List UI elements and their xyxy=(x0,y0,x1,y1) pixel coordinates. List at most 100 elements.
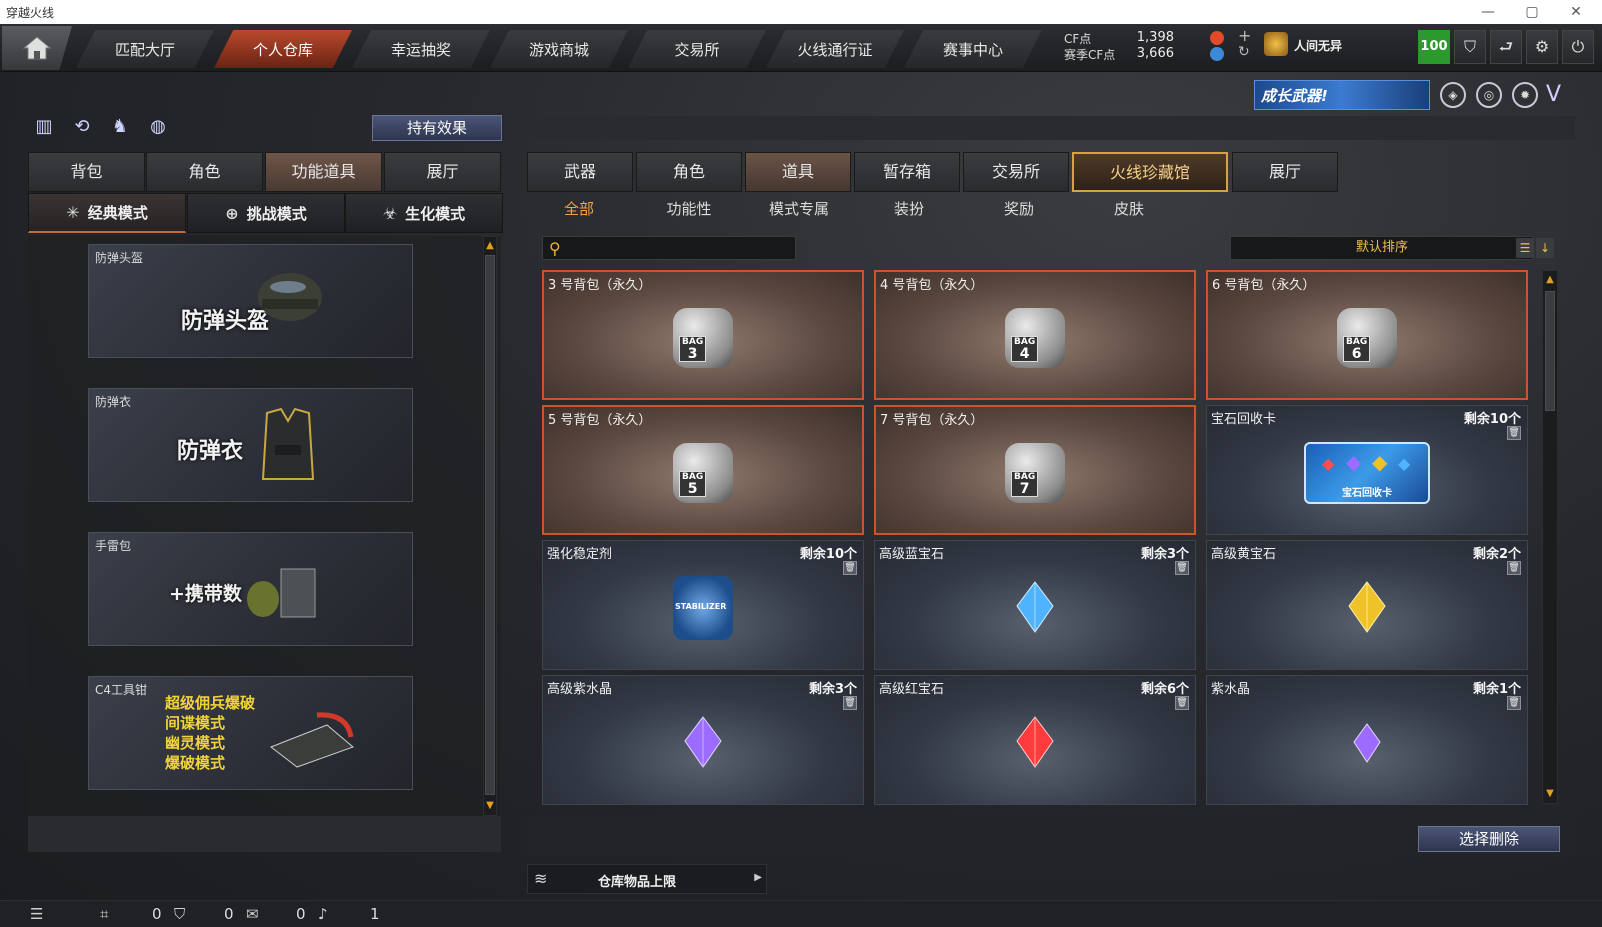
status-value: 0 xyxy=(224,905,234,923)
left-tab-character[interactable]: 角色 xyxy=(146,152,263,192)
item-card[interactable]: 强化稳定剂 剩余10个 🗑 STABILIZER xyxy=(542,540,864,670)
mode-line: 超级佣兵爆破 xyxy=(165,694,256,712)
chat-icon[interactable]: ✉ xyxy=(246,905,259,923)
nav-tab-battle-pass[interactable]: 火线通行证 xyxy=(766,30,904,68)
hold-effect-button[interactable]: 持有效果 xyxy=(372,115,502,141)
shield-icon[interactable]: ⛉ xyxy=(1454,30,1486,64)
refresh-icon[interactable]: ↻ xyxy=(1238,44,1250,60)
badge-icon-1[interactable]: ◈ xyxy=(1440,82,1466,108)
subtab-all[interactable]: 全部 xyxy=(534,198,624,220)
item-name: 紫水晶 xyxy=(1211,682,1251,697)
rotate-icon[interactable]: ⟲ xyxy=(70,116,94,140)
item-card-vest[interactable]: 防弹衣 防弹衣 xyxy=(88,388,413,502)
trash-icon[interactable]: 🗑 xyxy=(1175,561,1189,575)
trash-icon[interactable]: 🗑 xyxy=(843,696,857,710)
minimize-icon[interactable]: — xyxy=(1474,2,1502,22)
trash-icon[interactable]: 🗑 xyxy=(1175,696,1189,710)
right-tab-character[interactable]: 角色 xyxy=(636,152,742,192)
nav-tab-personal-storage[interactable]: 个人仓库 xyxy=(214,30,352,68)
right-tab-showroom[interactable]: 展厅 xyxy=(1232,152,1338,192)
item-card[interactable]: 3 号背包（永久） BAG 3 xyxy=(542,270,864,400)
status-value: 1 xyxy=(370,905,380,923)
item-card-grenade-pack[interactable]: 手雷包 +携带数 xyxy=(88,532,413,646)
item-title: 防弹衣 xyxy=(177,439,244,464)
yellow-gem-icon xyxy=(1348,580,1386,633)
nav-tab-match-lobby[interactable]: 匹配大厅 xyxy=(76,30,214,68)
shield-small-icon[interactable]: ⛉ xyxy=(174,905,185,923)
item-card[interactable]: 宝石回收卡 剩余10个 🗑 宝石回收卡 ◆ ◆ ◆ ◆ xyxy=(1206,405,1528,535)
item-card-c4-pliers[interactable]: C4工具钳 超级佣兵爆破 间谍模式 幽灵模式 爆破模式 xyxy=(88,676,413,790)
mode-tab-biochem[interactable]: ☣ 生化模式 xyxy=(345,193,503,233)
scroll-down-icon[interactable]: ▼ xyxy=(1543,787,1557,801)
close-icon[interactable]: ✕ xyxy=(1562,2,1590,22)
scroll-up-icon[interactable]: ▲ xyxy=(1543,273,1557,287)
trash-icon[interactable]: 🗑 xyxy=(1507,426,1521,440)
left-tab-function-items[interactable]: 功能道具 xyxy=(265,152,382,192)
grenade-icon[interactable]: ◍ xyxy=(146,116,170,140)
power-icon[interactable]: ⏻ xyxy=(1562,30,1594,64)
nav-tab-event-center[interactable]: 赛事中心 xyxy=(904,30,1042,68)
globe-icon[interactable]: ◎ xyxy=(1476,82,1502,108)
subtab-skin[interactable]: 皮肤 xyxy=(1084,198,1174,220)
right-tab-exchange[interactable]: 交易所 xyxy=(963,152,1069,192)
return-icon[interactable]: ⮐ xyxy=(1490,30,1522,64)
scroll-thumb[interactable] xyxy=(485,255,495,795)
storage-limit-button[interactable]: ≋ 仓库物品上限 ▶ xyxy=(527,864,767,894)
select-delete-button[interactable]: 选择删除 xyxy=(1418,826,1560,852)
right-tab-collection-hall[interactable]: 火线珍藏馆 xyxy=(1072,152,1228,192)
search-input[interactable] xyxy=(571,239,791,257)
subtab-mode-exclusive[interactable]: 模式专属 xyxy=(754,198,844,220)
nav-tab-exchange[interactable]: 交易所 xyxy=(628,30,766,68)
trash-icon[interactable]: 🗑 xyxy=(843,561,857,575)
item-card[interactable]: 紫水晶 剩余1个 🗑 xyxy=(1206,675,1528,805)
nav-tab-lucky-draw[interactable]: 幸运抽奖 xyxy=(352,30,490,68)
item-card[interactable]: 7 号背包（永久） BAG 7 xyxy=(874,405,1196,535)
item-card[interactable]: 6 号背包（永久） BAG 6 xyxy=(1206,270,1528,400)
home-button[interactable] xyxy=(2,26,72,70)
item-card-helmet[interactable]: 防弹头盔 防弹头盔 xyxy=(88,244,413,358)
list-view-icon[interactable]: ☰ xyxy=(1516,238,1534,258)
stats-icon[interactable]: ▥ xyxy=(32,116,56,140)
subtab-cosmetic[interactable]: 装扮 xyxy=(864,198,954,220)
item-count: 剩余3个 xyxy=(1140,547,1189,562)
item-card[interactable]: 高级紫水晶 剩余3个 🗑 xyxy=(542,675,864,805)
v-logo-icon[interactable]: V xyxy=(1546,82,1561,107)
bag-number: 6 xyxy=(1351,345,1362,362)
plus-icon[interactable]: + xyxy=(1238,26,1251,45)
item-card[interactable]: 5 号背包（永久） BAG 5 xyxy=(542,405,864,535)
left-tab-showroom[interactable]: 展厅 xyxy=(384,152,501,192)
right-tab-weapons[interactable]: 武器 xyxy=(527,152,633,192)
nav-tab-game-mall[interactable]: 游戏商城 xyxy=(490,30,628,68)
subtab-reward[interactable]: 奖励 xyxy=(974,198,1064,220)
right-scrollbar[interactable]: ▲ ▼ xyxy=(1542,270,1558,804)
menu-list-icon[interactable]: ☰ xyxy=(30,905,43,923)
gem-blue-icon: ◆ xyxy=(1398,453,1411,473)
sort-dropdown[interactable]: 默认排序 xyxy=(1230,236,1534,260)
mode-tab-classic[interactable]: ✳ 经典模式 xyxy=(28,193,186,233)
gear-badge-icon[interactable]: ✹ xyxy=(1512,82,1538,108)
bag-number: 4 xyxy=(1019,345,1030,362)
character-icon[interactable]: ♞ xyxy=(108,116,132,140)
right-tab-temp-box[interactable]: 暂存箱 xyxy=(854,152,960,192)
right-tab-items[interactable]: 道具 xyxy=(745,152,851,192)
subtab-functional[interactable]: 功能性 xyxy=(644,198,734,220)
item-card[interactable]: 4 号背包（永久） BAG 4 xyxy=(874,270,1196,400)
scroll-thumb[interactable] xyxy=(1545,291,1555,411)
trash-icon[interactable]: 🗑 xyxy=(1507,561,1521,575)
speaker-icon[interactable]: ♪ xyxy=(318,905,328,923)
scroll-down-icon[interactable]: ▼ xyxy=(483,799,497,813)
item-card[interactable]: 高级黄宝石 剩余2个 🗑 xyxy=(1206,540,1528,670)
scroll-up-icon[interactable]: ▲ xyxy=(483,239,497,253)
growth-weapon-banner[interactable]: 成长武器! xyxy=(1254,80,1430,110)
gear-icon[interactable]: ⚙ xyxy=(1526,30,1558,64)
item-card[interactable]: 高级红宝石 剩余6个 🗑 xyxy=(874,675,1196,805)
binoculars-icon[interactable]: ⌗ xyxy=(100,905,108,923)
purple-crystal-small-icon xyxy=(1353,722,1381,763)
left-scrollbar[interactable]: ▲ ▼ xyxy=(483,236,497,816)
left-tab-backpack[interactable]: 背包 xyxy=(28,152,145,192)
sort-direction-icon[interactable]: ↓ xyxy=(1536,238,1554,258)
item-card[interactable]: 高级蓝宝石 剩余3个 🗑 xyxy=(874,540,1196,670)
maximize-icon[interactable]: ▢ xyxy=(1518,2,1546,22)
mode-tab-challenge[interactable]: ⊕ 挑战模式 xyxy=(187,193,345,233)
trash-icon[interactable]: 🗑 xyxy=(1507,696,1521,710)
